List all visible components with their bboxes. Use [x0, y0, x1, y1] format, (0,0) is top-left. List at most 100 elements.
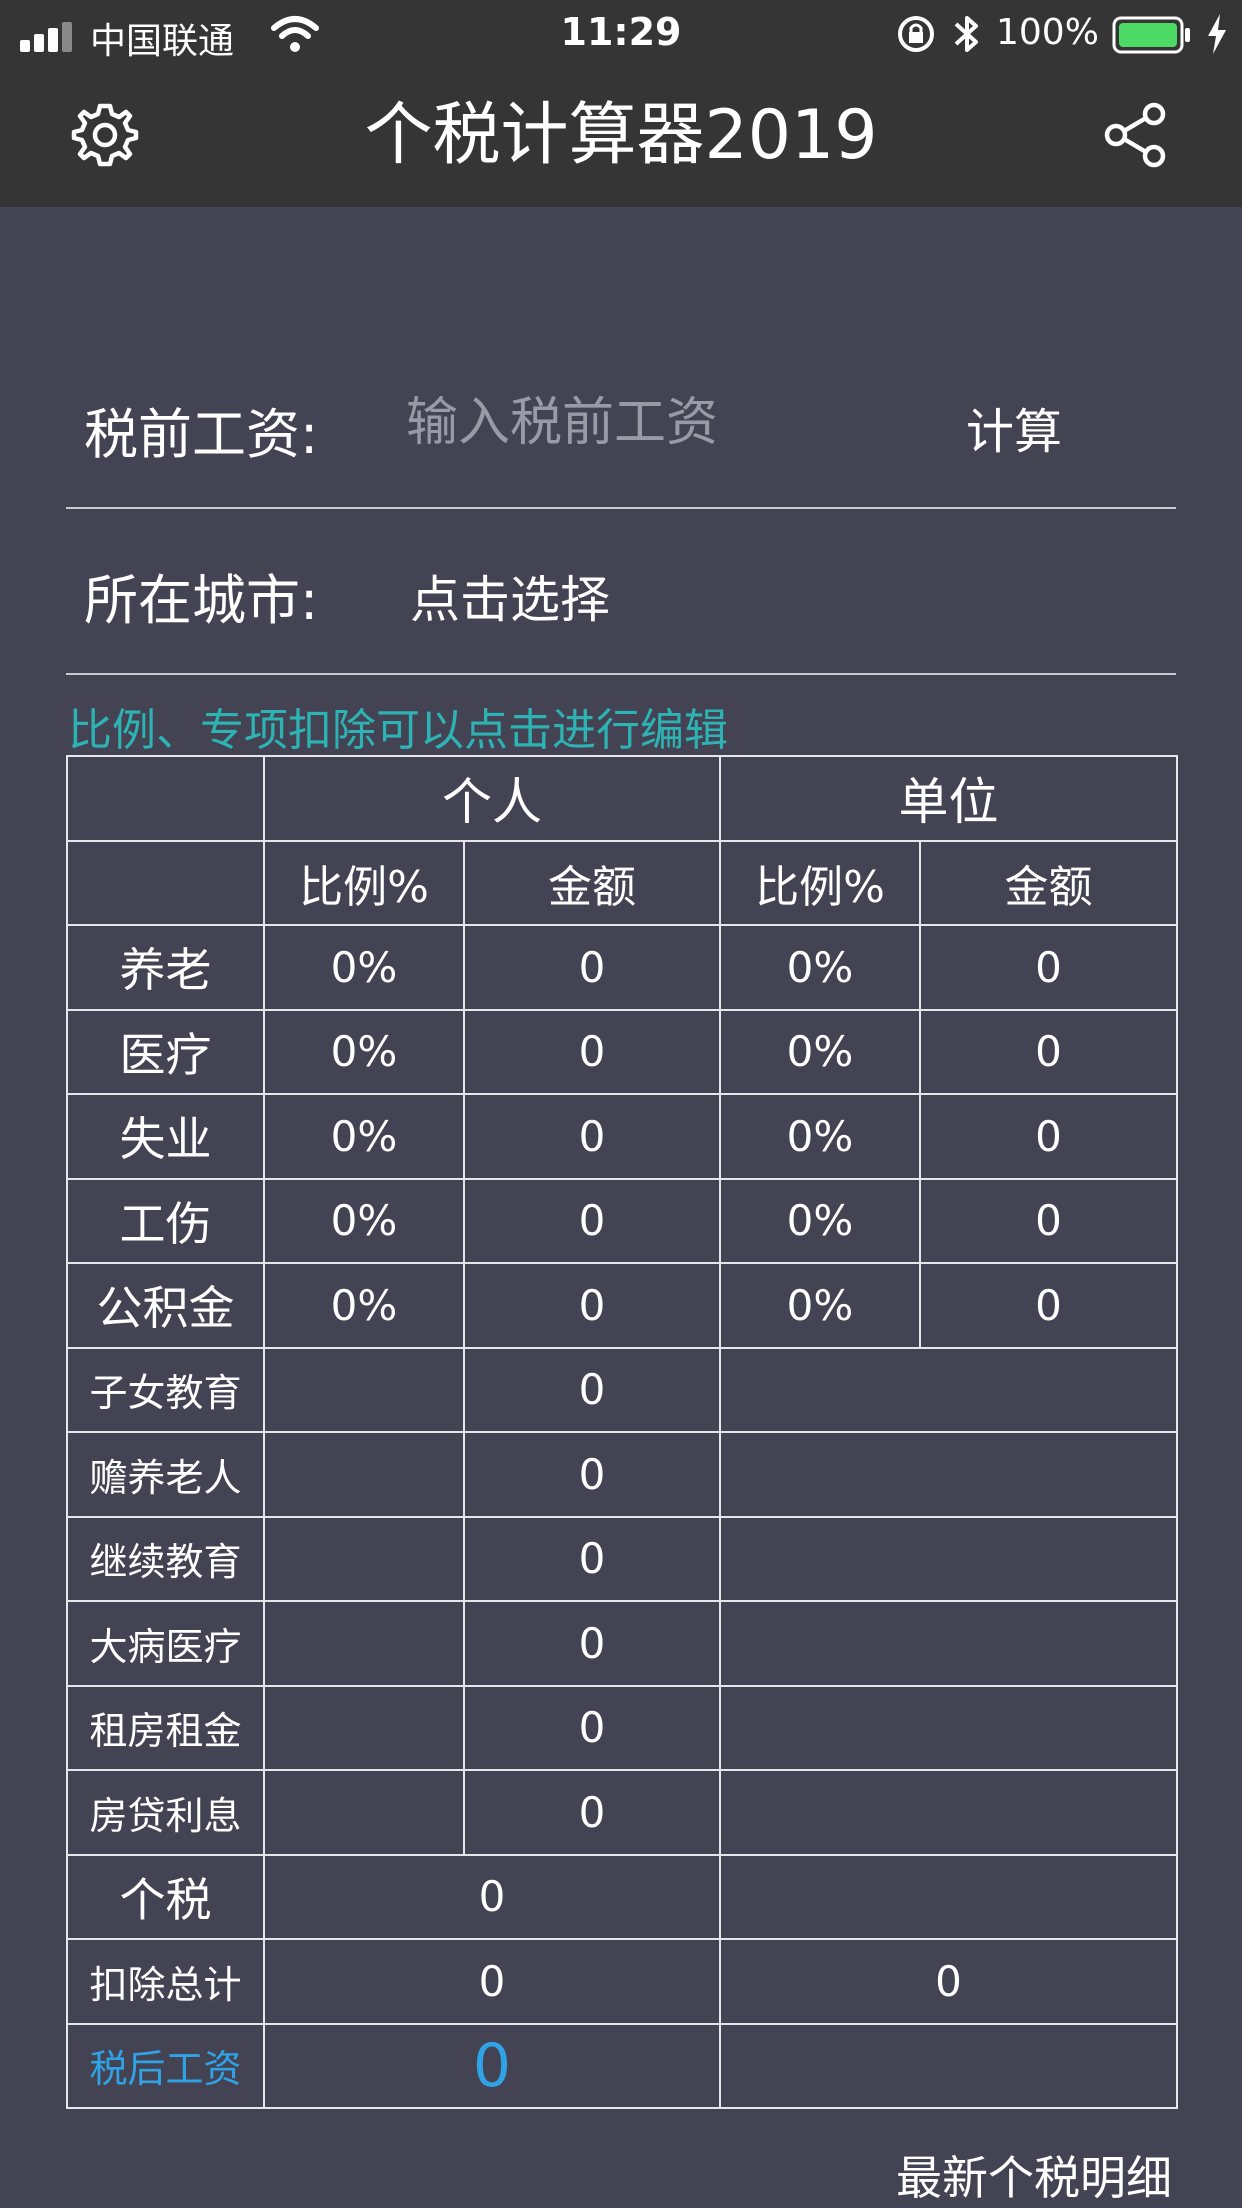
empty-cell — [719, 1346, 1178, 1433]
personal-ratio-cell[interactable]: 0% — [263, 1008, 465, 1095]
company-ratio-cell[interactable]: 0% — [719, 1262, 921, 1349]
table-row: 公积金 0% 0 0% 0 — [66, 1262, 1178, 1349]
city-row: 所在城市: 点击选择 — [66, 538, 1176, 638]
col-personal-amount: 金额 — [463, 839, 721, 926]
col-personal-ratio: 比例% — [263, 839, 465, 926]
total-deduction-personal: 0 — [263, 1938, 721, 2025]
empty-cell — [719, 1431, 1178, 1518]
total-deduction-label: 扣除总计 — [66, 1938, 265, 2025]
row-label: 养老 — [66, 924, 265, 1011]
empty-cell — [719, 1515, 1178, 1602]
battery-icon — [1112, 16, 1190, 54]
edit-hint: 比例、专项扣除可以点击进行编辑 — [68, 705, 728, 756]
calculate-button[interactable]: 计算 — [966, 392, 1062, 462]
empty-cell — [263, 1769, 465, 1856]
col-company-amount: 金额 — [919, 839, 1178, 926]
deduction-amount-cell[interactable]: 0 — [463, 1769, 721, 1856]
corner-cell — [66, 755, 265, 842]
charging-icon — [1208, 14, 1226, 54]
table-row: 工伤 0% 0 0% 0 — [66, 1177, 1178, 1264]
company-amount-cell: 0 — [919, 924, 1178, 1011]
personal-ratio-cell[interactable]: 0% — [263, 1177, 465, 1264]
personal-amount-cell: 0 — [463, 924, 721, 1011]
salary-row: 税前工资: 计算 — [66, 372, 1176, 472]
company-amount-cell: 0 — [919, 1177, 1178, 1264]
tax-value: 0 — [263, 1853, 721, 1940]
divider — [66, 673, 1176, 675]
battery-percent: 100% — [996, 12, 1099, 53]
personal-ratio-cell[interactable]: 0% — [263, 924, 465, 1011]
table-row: 房贷利息 0 — [66, 1769, 1178, 1856]
table-row: 子女教育 0 — [66, 1346, 1178, 1433]
page-title: 个税计算器2019 — [364, 96, 878, 175]
empty-cell — [719, 1769, 1178, 1856]
table-row: 养老 0% 0 0% 0 — [66, 924, 1178, 1011]
table-row: 大病医疗 0 — [66, 1600, 1178, 1687]
table-row: 失业 0% 0 0% 0 — [66, 1093, 1178, 1180]
city-select[interactable]: 点击选择 — [410, 560, 610, 632]
empty-cell — [719, 1600, 1178, 1687]
share-icon[interactable] — [1100, 100, 1170, 170]
total-deduction-company: 0 — [719, 1938, 1178, 2025]
personal-ratio-cell[interactable]: 0% — [263, 1262, 465, 1349]
total-deduction-row: 扣除总计 0 0 — [66, 1938, 1178, 2025]
row-label: 租房租金 — [66, 1684, 265, 1771]
personal-amount-cell: 0 — [463, 1093, 721, 1180]
row-label: 继续教育 — [66, 1515, 265, 1602]
deduction-amount-cell[interactable]: 0 — [463, 1346, 721, 1433]
status-bar: 中国联通 11:29 100% — [0, 0, 1242, 70]
personal-amount-cell: 0 — [463, 1177, 721, 1264]
salary-input[interactable] — [406, 380, 926, 466]
empty-cell — [719, 1684, 1178, 1771]
row-label: 公积金 — [66, 1262, 265, 1349]
tax-table: 个人 单位 比例% 金额 比例% 金额 养老 0% 0 0% 0 医疗 0% 0… — [66, 755, 1178, 2109]
personal-ratio-cell[interactable]: 0% — [263, 1093, 465, 1180]
deduction-amount-cell[interactable]: 0 — [463, 1684, 721, 1771]
empty-cell — [263, 1346, 465, 1433]
empty-cell — [719, 1853, 1178, 1940]
after-tax-label: 税后工资 — [66, 2022, 265, 2109]
divider — [66, 507, 1176, 509]
company-ratio-cell[interactable]: 0% — [719, 1093, 921, 1180]
table-row: 租房租金 0 — [66, 1684, 1178, 1771]
table-row: 医疗 0% 0 0% 0 — [66, 1008, 1178, 1095]
row-label: 工伤 — [66, 1177, 265, 1264]
bluetooth-icon — [954, 16, 978, 52]
salary-label: 税前工资: — [84, 403, 319, 466]
after-tax-row: 税后工资 0 — [66, 2022, 1178, 2109]
rotation-lock-icon — [898, 16, 934, 52]
row-label: 赡养老人 — [66, 1431, 265, 1518]
table-row: 赡养老人 0 — [66, 1431, 1178, 1518]
deduction-amount-cell[interactable]: 0 — [463, 1515, 721, 1602]
table-row: 继续教育 0 — [66, 1515, 1178, 1602]
after-tax-value: 0 — [263, 2022, 721, 2109]
company-amount-cell: 0 — [919, 1093, 1178, 1180]
company-amount-cell: 0 — [919, 1008, 1178, 1095]
empty-cell — [263, 1515, 465, 1602]
personal-amount-cell: 0 — [463, 1262, 721, 1349]
row-label: 子女教育 — [66, 1346, 265, 1433]
row-label: 大病医疗 — [66, 1600, 265, 1687]
deduction-amount-cell[interactable]: 0 — [463, 1600, 721, 1687]
table-subheader-row: 比例% 金额 比例% 金额 — [66, 839, 1178, 926]
tax-row: 个税 0 — [66, 1853, 1178, 1940]
group-company: 单位 — [719, 755, 1178, 842]
latest-tax-detail-link[interactable]: 最新个税明细 — [896, 2142, 1172, 2208]
group-personal: 个人 — [263, 755, 721, 842]
company-ratio-cell[interactable]: 0% — [719, 1177, 921, 1264]
col-company-ratio: 比例% — [719, 839, 921, 926]
empty-cell — [719, 2022, 1178, 2109]
row-label: 失业 — [66, 1093, 265, 1180]
table-header-row: 个人 单位 — [66, 755, 1178, 842]
company-ratio-cell[interactable]: 0% — [719, 924, 921, 1011]
city-label: 所在城市: — [84, 569, 319, 632]
tax-label: 个税 — [66, 1853, 265, 1940]
empty-cell — [263, 1431, 465, 1518]
company-ratio-cell[interactable]: 0% — [719, 1008, 921, 1095]
row-label: 医疗 — [66, 1008, 265, 1095]
empty-cell — [263, 1600, 465, 1687]
personal-amount-cell: 0 — [463, 1008, 721, 1095]
corner-cell — [66, 839, 265, 926]
empty-cell — [263, 1684, 465, 1771]
deduction-amount-cell[interactable]: 0 — [463, 1431, 721, 1518]
